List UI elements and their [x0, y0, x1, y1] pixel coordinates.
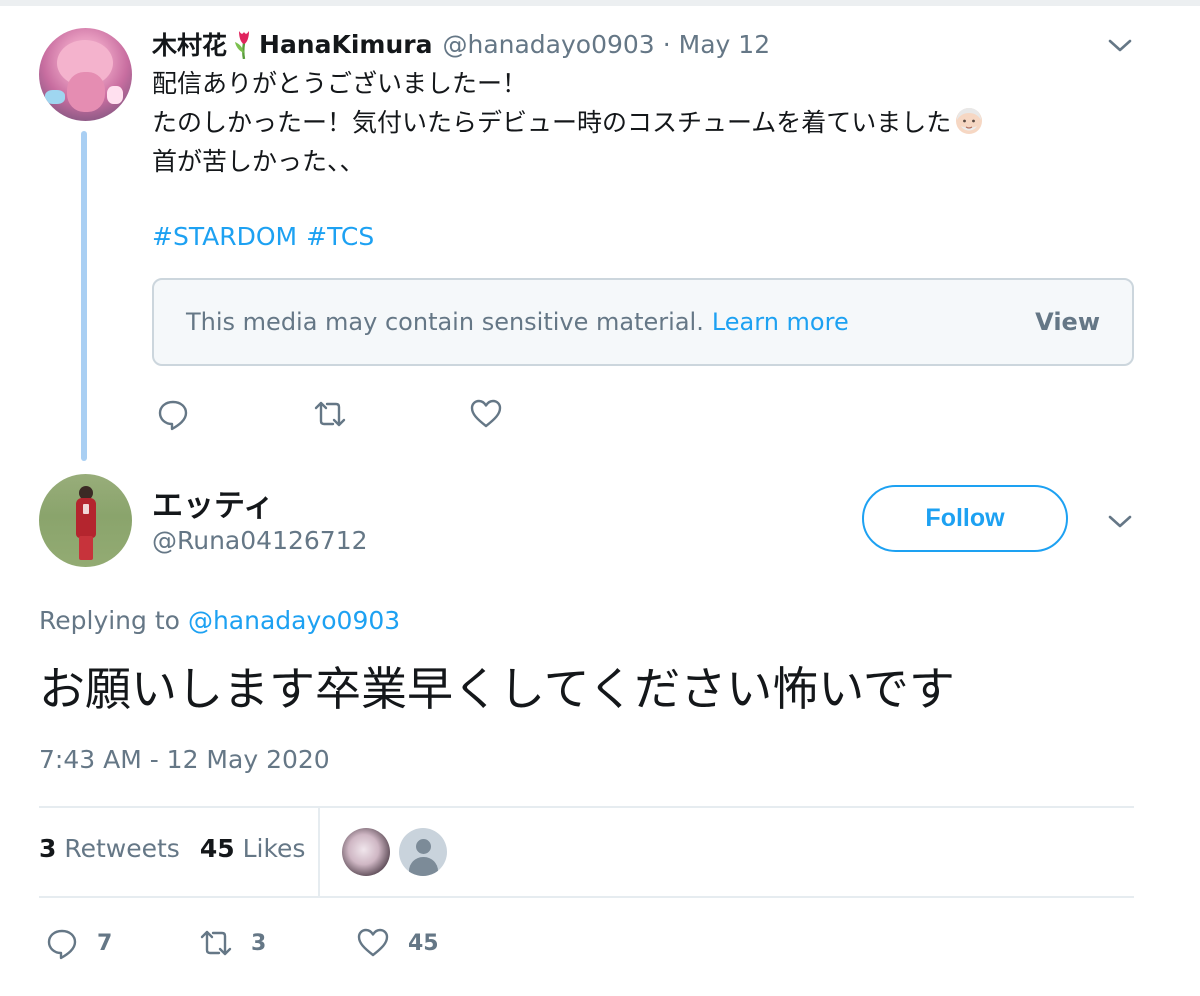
- display-name[interactable]: 木村花: [152, 26, 227, 62]
- follow-button[interactable]: Follow: [862, 485, 1068, 552]
- tweet-line-with-emoji: たのしかったー！気付いたらデビュー時のコスチュームを着ていました: [152, 103, 1132, 142]
- reply-icon[interactable]: [45, 926, 79, 960]
- handle[interactable]: @hanadayo0903: [442, 30, 654, 59]
- like-icon[interactable]: [356, 926, 390, 960]
- avatar[interactable]: [39, 474, 132, 567]
- tweet-line: たのしかったー！気付いたらデビュー時のコスチュームを着ていました: [152, 108, 952, 137]
- retweets-stat[interactable]: 3 Retweets: [39, 834, 180, 863]
- reply-tweet-text: お願いします卒業早くしてください怖いです: [39, 662, 955, 716]
- top-strip: [0, 0, 1200, 6]
- retweets-label: Retweets: [64, 834, 180, 863]
- divider: [39, 806, 1134, 808]
- like-count: 45: [408, 930, 439, 956]
- hashtag-link[interactable]: #STARDOM: [152, 222, 297, 251]
- parent-tweet-text: 配信ありがとうございましたー！ たのしかったー！気付いたらデビュー時のコスチュー…: [152, 64, 1132, 181]
- chevron-down-icon[interactable]: [1107, 514, 1133, 530]
- chevron-down-icon[interactable]: [1107, 38, 1133, 54]
- likes-stat[interactable]: 45 Likes: [200, 834, 306, 863]
- old-man-emoji-icon: [954, 106, 984, 136]
- mention-link[interactable]: @hanadayo0903: [188, 606, 400, 635]
- display-name[interactable]: エッティ: [152, 480, 274, 525]
- separator: ·: [662, 29, 671, 59]
- hashtag-link[interactable]: #TCS: [306, 222, 374, 251]
- learn-more-link[interactable]: Learn more: [712, 308, 849, 336]
- tweet-line: 首が苦しかった、、: [152, 147, 365, 176]
- retweets-count: 3: [39, 834, 57, 863]
- tulip-icon: [233, 29, 255, 60]
- sensitive-notice-label: This media may contain sensitive materia…: [186, 308, 704, 336]
- likes-count: 45: [199, 834, 235, 863]
- parent-tweet-header: 木村花 HanaKimura @hanadayo0903 · May 12: [152, 26, 770, 62]
- retweet-icon[interactable]: [313, 397, 347, 431]
- sensitive-media-text: This media may contain sensitive materia…: [186, 308, 849, 336]
- divider: [318, 808, 320, 897]
- reply-action[interactable]: 7: [45, 926, 112, 960]
- engagement-stats: 3 Retweets 45 Likes: [39, 834, 305, 863]
- handle[interactable]: @Runa04126712: [152, 526, 368, 555]
- tweet-line: 配信ありがとうございましたー！: [152, 69, 528, 98]
- like-action[interactable]: 45: [356, 926, 439, 960]
- tweet-timestamp[interactable]: 7:43 AM - 12 May 2020: [39, 745, 330, 774]
- tweet-date[interactable]: May 12: [679, 30, 770, 59]
- replying-to-label: Replying to: [39, 606, 180, 635]
- like-icon[interactable]: [469, 397, 503, 431]
- reply-icon[interactable]: [156, 397, 190, 431]
- likes-label: Likes: [242, 834, 306, 863]
- default-avatar-icon[interactable]: [399, 828, 447, 876]
- view-button[interactable]: View: [1035, 308, 1100, 336]
- hashtags: #STARDOM #TCS: [152, 222, 383, 251]
- tweet-detail-page: 木村花 HanaKimura @hanadayo0903 · May 12 配信…: [0, 0, 1200, 996]
- display-name-en[interactable]: HanaKimura: [259, 30, 432, 59]
- retweet-count: 3: [251, 930, 267, 956]
- retweet-action[interactable]: 3: [199, 926, 266, 960]
- retweet-icon[interactable]: [199, 926, 233, 960]
- avatar[interactable]: [39, 28, 132, 121]
- thread-line: [81, 131, 87, 461]
- divider: [39, 896, 1134, 898]
- liker-avatar[interactable]: [342, 828, 390, 876]
- sensitive-media-notice[interactable]: This media may contain sensitive materia…: [152, 278, 1134, 366]
- replying-to: Replying to @hanadayo0903: [39, 606, 400, 635]
- reply-count: 7: [97, 930, 113, 956]
